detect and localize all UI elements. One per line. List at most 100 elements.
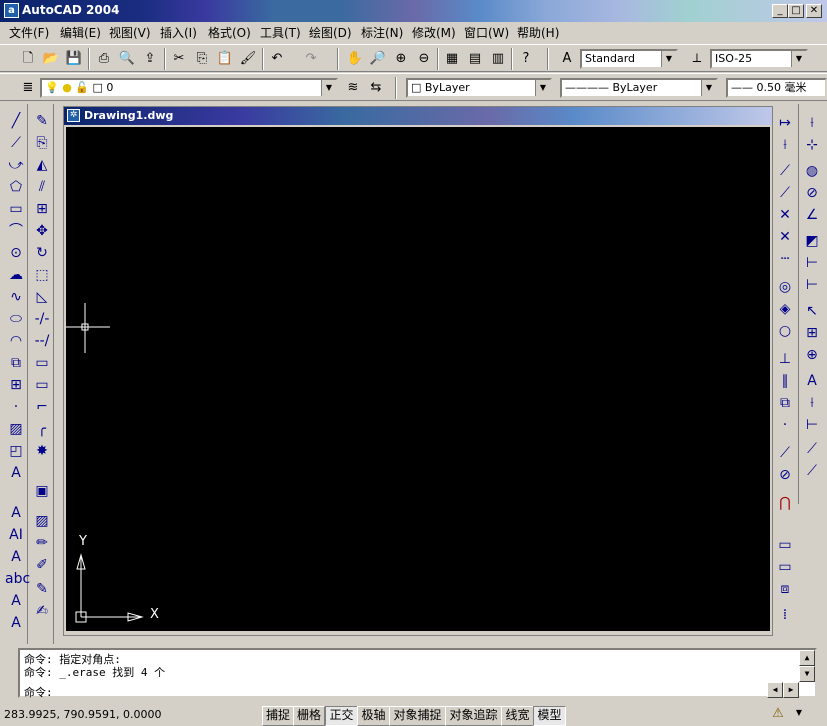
polyline-icon[interactable]: ⤻ (5, 154, 27, 176)
nearest-snap-icon[interactable]: ⟋ (774, 442, 796, 464)
quick-dimension-icon[interactable]: ◩ (801, 230, 823, 252)
color-combo[interactable]: □ ByLayer ▼ (406, 78, 552, 98)
menu-format[interactable]: 格式(O) (208, 24, 251, 41)
menu-window[interactable]: 窗口(W) (464, 24, 509, 41)
tangent-snap-icon[interactable]: ○ (774, 320, 796, 342)
dimension-edit-icon[interactable]: A (801, 370, 823, 392)
fillet-icon[interactable]: ╭ (31, 418, 53, 440)
region-icon[interactable]: ◰ (5, 440, 27, 462)
zoom-realtime-icon[interactable]: 🔎 (367, 48, 389, 70)
new-icon[interactable]: 🗋 (17, 48, 39, 70)
aligned-dimension-icon[interactable]: ⟊ (774, 134, 796, 156)
layer-combo[interactable]: 💡 ● 🔓 □ 0 ▼ (40, 78, 338, 98)
text-style-combo[interactable]: Standard ▼ (580, 49, 678, 69)
chevron-down-icon[interactable]: ▼ (321, 80, 336, 96)
chevron-down-icon[interactable]: ▼ (791, 51, 806, 67)
scroll-down-icon[interactable]: ▼ (799, 666, 815, 682)
edit-attribute-icon[interactable]: ✎ (31, 578, 53, 600)
design-center-icon[interactable]: ▤ (464, 48, 486, 70)
ellipse-arc-icon[interactable]: ◠ (5, 330, 27, 352)
save-icon[interactable]: 💾 (63, 48, 85, 70)
parallel-snap-icon[interactable]: ∥ (774, 370, 796, 392)
drawing-canvas[interactable]: Y X (66, 127, 770, 631)
text-icon[interactable]: A (5, 502, 27, 524)
find-text-icon[interactable]: abc (5, 568, 30, 590)
otrack-toggle[interactable]: 对象追踪 (445, 706, 502, 726)
extension-snap-icon[interactable]: ┄ (774, 248, 796, 270)
open-icon[interactable]: 📂 (40, 48, 62, 70)
print-icon[interactable]: ⎙ (93, 48, 115, 70)
layer-manager-icon[interactable]: ≣ (17, 77, 39, 99)
document-icon[interactable]: ✲ (67, 109, 80, 122)
angular-dimension-icon[interactable]: ∠ (801, 204, 823, 226)
dim-style-combo[interactable]: ISO-25 ▼ (710, 49, 808, 69)
insert-snap-icon[interactable]: ⧉ (774, 392, 796, 414)
linetype-combo[interactable]: ———— ByLayer ▼ (560, 78, 718, 98)
copy-icon[interactable]: ⎘ (31, 132, 53, 154)
construction-line-icon[interactable]: ⟋ (5, 132, 27, 154)
edit-spline-icon[interactable]: ✐ (31, 554, 53, 576)
trim-icon[interactable]: -/- (31, 308, 53, 330)
insert-block-icon[interactable]: ⧉ (5, 352, 27, 374)
zoom-window-icon[interactable]: ⊕ (390, 48, 412, 70)
offset-icon[interactable]: ⫽ (31, 176, 53, 198)
ruler-alt-icon[interactable]: ▭ (774, 556, 796, 578)
chevron-down-icon[interactable]: ▼ (661, 51, 676, 67)
lineweight-toggle[interactable]: 线宽 (501, 706, 534, 726)
tolerance-icon[interactable]: ⊞ (801, 322, 823, 344)
move-icon[interactable]: ✥ (31, 220, 53, 242)
menu-view[interactable]: 视图(V) (109, 24, 151, 41)
leader-icon[interactable]: ↖ (801, 300, 823, 322)
circle-icon[interactable]: ⊙ (5, 242, 27, 264)
menu-file[interactable]: 文件(F) (9, 24, 49, 41)
mirror-icon[interactable]: ◭ (31, 154, 53, 176)
dimension-update-icon[interactable]: ⊢ (801, 414, 823, 436)
menu-draw[interactable]: 绘图(D) (309, 24, 352, 41)
zoom-previous-icon[interactable]: ⊖ (413, 48, 435, 70)
erase-icon[interactable]: ✎ (31, 110, 53, 132)
point-icon[interactable]: · (5, 396, 27, 418)
layer-previous-icon[interactable]: ⇆ (365, 77, 387, 99)
layer-icon[interactable]: ⧈ (774, 578, 796, 600)
ortho-toggle[interactable]: 正交 (325, 706, 358, 726)
chamfer-icon[interactable]: ⌐ (31, 396, 53, 418)
block-attribute-manager-icon[interactable]: ✍ (31, 600, 53, 622)
rectangle-icon[interactable]: ▭ (5, 198, 27, 220)
lineweight-combo[interactable]: —— 0.50 毫米 (726, 78, 827, 98)
properties-icon[interactable]: ▦ (441, 48, 463, 70)
polygon-icon[interactable]: ⬠ (5, 176, 27, 198)
make-object-layer-current-icon[interactable]: ≋ (342, 77, 364, 99)
menu-help[interactable]: 帮助(H) (517, 24, 559, 41)
dimension-text-edit-icon[interactable]: ⟊ (801, 392, 823, 414)
hatch-icon[interactable]: ▨ (5, 418, 27, 440)
intersection-snap-icon[interactable]: ✕ (774, 204, 796, 226)
center-snap-icon[interactable]: ◎ (774, 276, 796, 298)
center-mark-icon[interactable]: ⊕ (801, 344, 823, 366)
model-toggle[interactable]: 模型 (533, 706, 566, 726)
paste-icon[interactable]: 📋 (214, 48, 236, 70)
edit-hatch-icon[interactable]: ▨ (31, 510, 53, 532)
scroll-left-icon[interactable]: ◀ (767, 682, 783, 698)
ruler-icon[interactable]: ▭ (774, 534, 796, 556)
spline-icon[interactable]: ∿ (5, 286, 27, 308)
scale-icon[interactable]: ⬚ (31, 264, 53, 286)
dimension-override-icon[interactable]: ⟋ (801, 460, 823, 482)
arc-icon[interactable]: ⌒ (5, 220, 27, 242)
print-preview-icon[interactable]: 🔍 (116, 48, 138, 70)
join-icon[interactable]: ▭ (31, 374, 53, 396)
make-block-icon[interactable]: ⊞ (5, 374, 27, 396)
osnap-settings-icon[interactable]: ⋂ (774, 492, 796, 514)
draw-order-icon[interactable]: ▣ (31, 480, 53, 502)
multiline-text-icon[interactable]: A (5, 462, 27, 484)
menu-dimension[interactable]: 标注(N) (361, 24, 403, 41)
explode-icon[interactable]: ✸ (31, 440, 53, 462)
chevron-down-icon[interactable]: ▼ (535, 80, 550, 96)
single-line-text-icon[interactable]: AI (5, 524, 27, 546)
line-icon[interactable]: ╱ (5, 110, 27, 132)
menu-edit[interactable]: 编辑(E) (60, 24, 101, 41)
command-prompt[interactable]: 命令: (24, 684, 53, 700)
lock-vertical-icon[interactable]: ⁞ (774, 604, 796, 626)
autocad-app-icon[interactable]: a (4, 3, 19, 18)
communication-center-icon[interactable]: ⚠ (768, 706, 788, 724)
undo-icon[interactable]: ↶ (266, 48, 288, 70)
